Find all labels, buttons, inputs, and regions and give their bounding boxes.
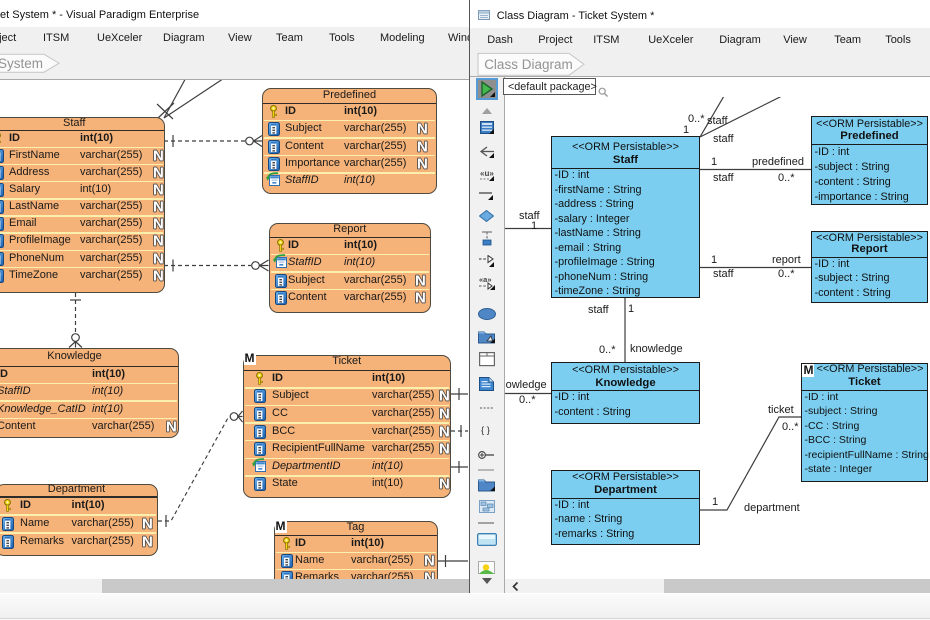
svg-text:N: N: [153, 216, 164, 232]
svg-text:N: N: [153, 250, 164, 266]
svg-text:N: N: [153, 267, 164, 283]
svg-text:N: N: [415, 272, 426, 288]
svg-text:N: N: [424, 552, 435, 568]
svg-text:N: N: [153, 182, 164, 198]
svg-text:N: N: [439, 441, 450, 457]
svg-text:N: N: [417, 138, 428, 154]
svg-text:N: N: [166, 418, 177, 434]
svg-text:N: N: [415, 289, 426, 305]
svg-text:N: N: [153, 147, 164, 163]
svg-text:«u»: «u»: [480, 169, 494, 178]
svg-text:N: N: [439, 476, 450, 492]
svg-text:N: N: [424, 569, 435, 579]
svg-text:{ }: { }: [481, 425, 490, 436]
svg-text:N: N: [417, 155, 428, 171]
svg-text:N: N: [439, 388, 450, 404]
svg-text:N: N: [439, 406, 450, 422]
svg-text:N: N: [142, 515, 153, 531]
svg-text:N: N: [439, 423, 450, 439]
svg-text:N: N: [153, 164, 164, 180]
svg-text:«a»: «a»: [479, 276, 492, 284]
svg-text:N: N: [153, 199, 164, 215]
svg-text:N: N: [417, 121, 428, 137]
svg-text:N: N: [153, 233, 164, 249]
svg-text:N: N: [142, 534, 153, 550]
